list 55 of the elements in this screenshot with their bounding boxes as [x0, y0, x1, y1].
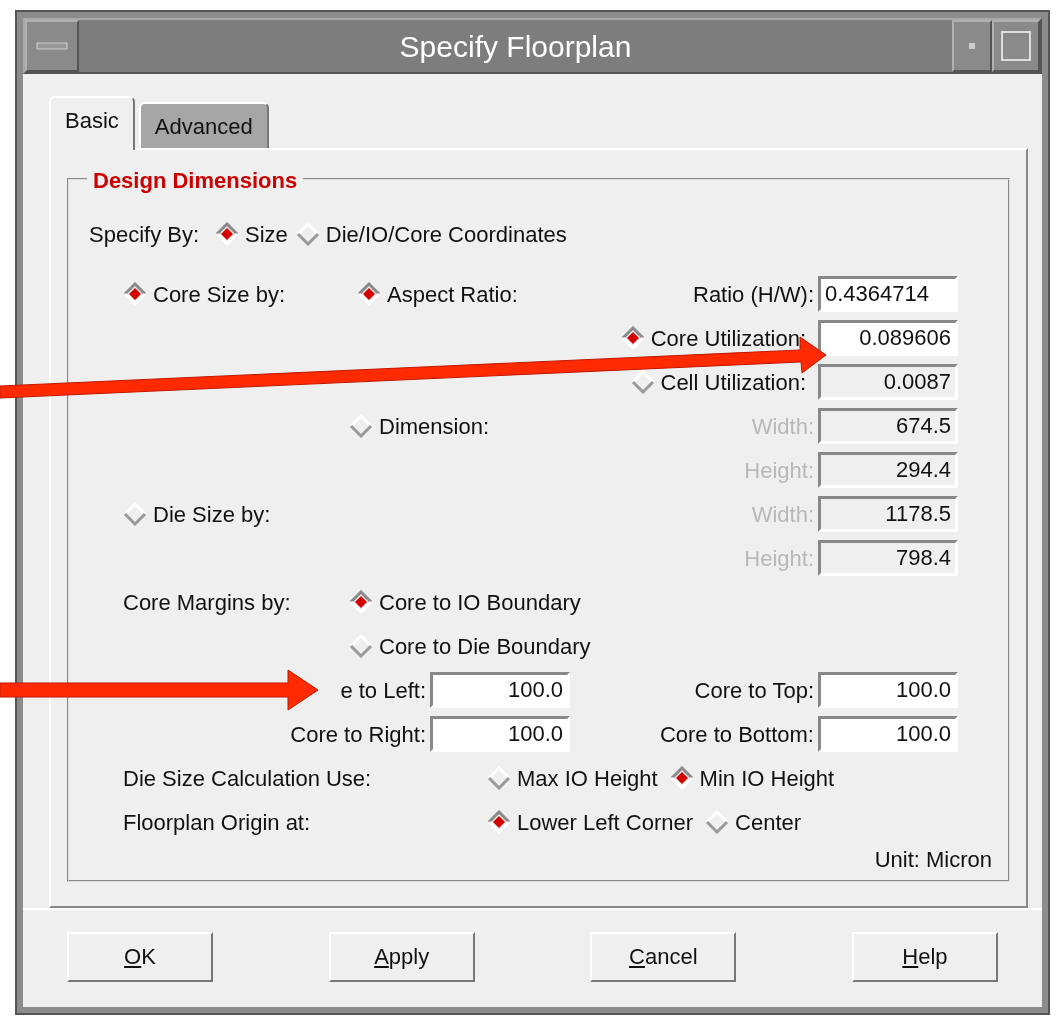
maximize-button[interactable] — [992, 20, 1040, 72]
radio-button[interactable] — [349, 634, 373, 658]
minimize-button[interactable] — [952, 20, 992, 72]
input-field[interactable]: 0.089606 — [818, 320, 958, 356]
unit-label: Unit: Micron — [874, 845, 992, 874]
field-label: Die Size Calculation Use: — [123, 764, 373, 793]
field-label: Core to Right: — [289, 720, 426, 749]
window-menu-button[interactable] — [25, 20, 79, 72]
radio-button[interactable] — [669, 766, 694, 790]
radio-label[interactable]: Min IO Height — [699, 761, 835, 795]
field-label: Core Margins by: — [123, 588, 292, 617]
radio-label[interactable]: Aspect Ratio: — [387, 277, 518, 311]
radio-label[interactable]: Dimension: — [379, 409, 490, 443]
tab[interactable]: Advanced — [138, 102, 269, 148]
input-field[interactable]: 100.0 — [430, 716, 570, 752]
input-field[interactable]: 0.4364714 — [818, 276, 958, 312]
radio-button[interactable] — [349, 414, 373, 438]
radio-button[interactable] — [487, 766, 511, 790]
radio-button[interactable] — [705, 810, 730, 834]
radio-label[interactable]: Core Size by: — [153, 277, 286, 311]
minus-icon — [36, 42, 68, 50]
radio-button[interactable] — [295, 222, 320, 246]
dialog-button[interactable]: Help — [851, 931, 998, 982]
radio-label[interactable]: Core to IO Boundary — [379, 585, 581, 619]
tab[interactable]: Basic — [49, 96, 135, 150]
radio-button[interactable] — [215, 222, 240, 246]
dialog-button[interactable]: Cancel — [590, 931, 737, 982]
radio-button[interactable] — [620, 326, 645, 350]
field-label: Core to Top: — [694, 676, 814, 705]
radio-label[interactable]: Lower Left Corner — [517, 805, 694, 839]
radio-button[interactable] — [487, 810, 511, 834]
field-label: Ratio (H/W): — [693, 280, 814, 309]
radio-label[interactable]: Die Size by: — [153, 497, 271, 531]
radio-label[interactable]: Core to Die Boundary — [379, 629, 591, 663]
radio-label[interactable]: Core Utilization: — [650, 321, 806, 355]
field-label: Core to Bottom: — [659, 720, 814, 749]
radio-label[interactable]: Size — [245, 217, 288, 251]
radio-label[interactable]: Max IO Height — [517, 761, 658, 795]
radio-button[interactable] — [349, 590, 373, 614]
window-title: Specify Floorplan — [398, 28, 633, 65]
radio-label[interactable]: Die/IO/Core Coordinates — [325, 217, 567, 251]
input-field[interactable]: 100.0 — [430, 672, 570, 708]
input-field[interactable]: 100.0 — [818, 672, 958, 708]
field-label: e to Left: — [339, 676, 426, 705]
field-label: Floorplan Origin at: — [123, 808, 312, 837]
dialog-button[interactable]: Apply — [328, 931, 475, 982]
radio-label[interactable]: Center — [735, 805, 802, 839]
radio-button[interactable] — [357, 282, 381, 306]
radio-button[interactable] — [123, 502, 147, 526]
radio-button[interactable] — [123, 282, 147, 306]
field-label: Specify By: — [89, 220, 200, 249]
minimize-icon — [968, 42, 976, 50]
maximize-icon — [1001, 31, 1031, 61]
input-field[interactable]: 100.0 — [818, 716, 958, 752]
dialog-button[interactable]: OK — [67, 931, 213, 982]
